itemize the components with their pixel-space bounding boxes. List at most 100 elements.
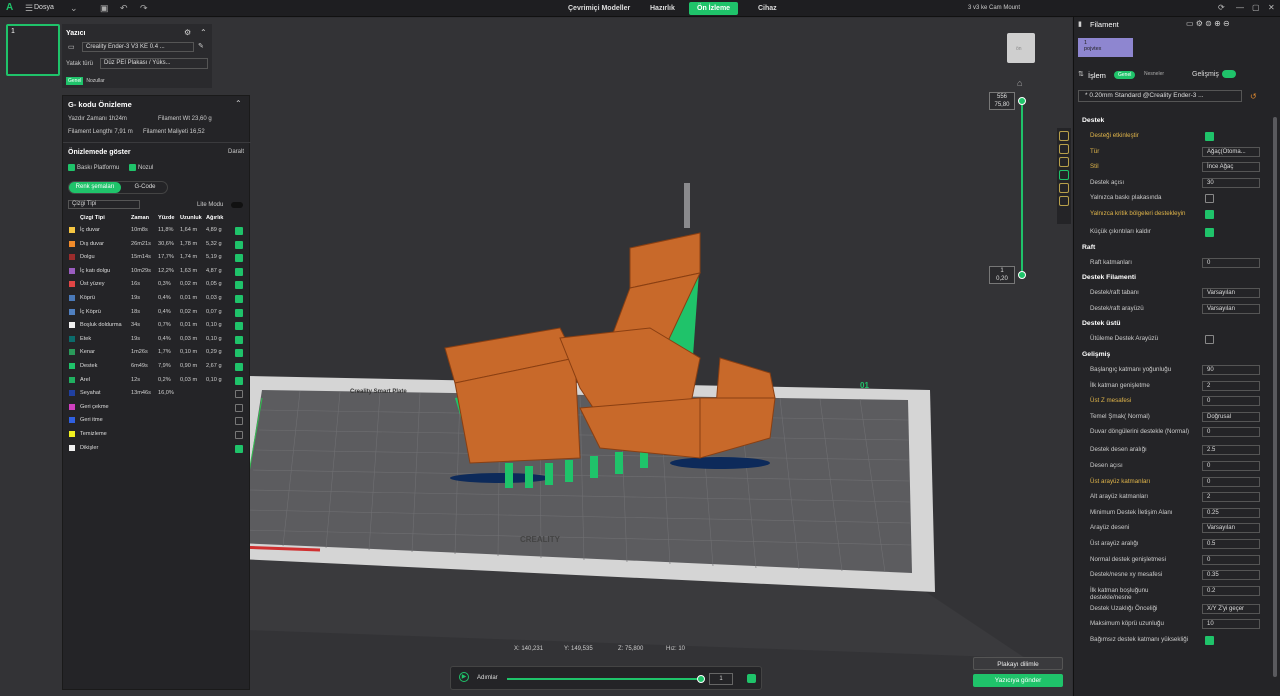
process-profile-select[interactable]: * 0.20mm Standard @Creality Ender-3 ... bbox=[1078, 90, 1242, 102]
quality-icon[interactable] bbox=[1059, 144, 1069, 154]
setting-input[interactable]: 30 bbox=[1202, 177, 1260, 188]
line-type-row[interactable]: Köprü 19s 0,4% 0,01 m 0,03 g bbox=[68, 292, 248, 306]
visibility-checkbox[interactable] bbox=[235, 267, 243, 276]
visibility-checkbox[interactable] bbox=[235, 281, 243, 290]
advanced-toggle[interactable] bbox=[1222, 70, 1236, 78]
setting-select[interactable]: Varsayılan bbox=[1202, 523, 1260, 534]
filament-settings-icons[interactable]: ▭ ⚙ ⊜ ⊕ ⊖ bbox=[1186, 19, 1230, 28]
bottom-layer-handle[interactable] bbox=[1018, 271, 1026, 279]
setting-input[interactable]: 0.2 bbox=[1202, 585, 1260, 596]
visibility-checkbox[interactable] bbox=[235, 376, 243, 385]
visibility-checkbox[interactable] bbox=[235, 417, 243, 426]
visibility-checkbox[interactable] bbox=[235, 390, 243, 399]
view-cube[interactable]: ön bbox=[1007, 33, 1035, 63]
setting-input[interactable]: 90 bbox=[1202, 365, 1260, 375]
setting-checkbox[interactable] bbox=[1205, 132, 1214, 141]
gear-icon[interactable]: ⚙ bbox=[184, 28, 191, 37]
save-icon[interactable]: ▣ bbox=[100, 3, 109, 14]
setting-checkbox[interactable] bbox=[1205, 194, 1214, 204]
chevron-down-icon[interactable]: ⌄ bbox=[70, 3, 78, 14]
speed-icon[interactable] bbox=[1059, 157, 1069, 167]
setting-input[interactable]: 2 bbox=[1202, 380, 1260, 391]
line-type-row[interactable]: Geri çekme bbox=[68, 401, 248, 415]
step-handle[interactable] bbox=[697, 675, 705, 683]
setting-input[interactable]: 0.25 bbox=[1202, 507, 1260, 518]
setting-select[interactable]: Ağaç(Otoma... bbox=[1202, 146, 1260, 157]
send-to-printer-button[interactable]: Yazıcıya gönder bbox=[973, 674, 1063, 687]
setting-input[interactable]: 0 bbox=[1202, 427, 1260, 438]
line-type-row[interactable]: Dış duvar 26m21s 30,6% 1,78 m 5,32 g bbox=[68, 238, 248, 252]
visibility-checkbox[interactable] bbox=[235, 362, 243, 371]
line-type-row[interactable]: Dolgu 15m14s 17,7% 1,74 m 5,19 g bbox=[68, 251, 248, 265]
setting-input[interactable]: 0.35 bbox=[1202, 570, 1260, 581]
others-icon[interactable] bbox=[1059, 183, 1069, 193]
line-type-select[interactable]: Çizgi Tipi bbox=[68, 200, 140, 209]
file-menu[interactable]: Dosya bbox=[34, 4, 54, 11]
visibility-checkbox[interactable] bbox=[235, 308, 243, 317]
reset-icon[interactable]: ↺ bbox=[1250, 92, 1257, 101]
top-layer-handle[interactable] bbox=[1018, 97, 1026, 105]
minimize-icon[interactable]: — bbox=[1236, 3, 1244, 12]
build-plate-checkbox[interactable]: Baskı Platformu bbox=[68, 164, 119, 171]
visibility-checkbox[interactable] bbox=[235, 349, 243, 358]
play-icon[interactable]: ▶ bbox=[459, 672, 469, 682]
tab-process-objects[interactable]: Nesneler bbox=[1144, 71, 1164, 77]
tab-gcode[interactable]: G-Code bbox=[125, 182, 165, 193]
tab-color-schemes[interactable]: Renk şemaları bbox=[69, 182, 121, 193]
layer-color-icon[interactable] bbox=[747, 674, 756, 683]
visibility-checkbox[interactable] bbox=[235, 403, 243, 412]
visibility-checkbox[interactable] bbox=[235, 430, 243, 439]
tab-prepare[interactable]: Hazırlık bbox=[642, 2, 683, 15]
edit-icon[interactable]: ✎ bbox=[198, 42, 204, 50]
visibility-checkbox[interactable] bbox=[235, 294, 243, 303]
line-type-row[interactable]: Etek 19s 0,4% 0,03 m 0,10 g bbox=[68, 333, 248, 347]
home-icon[interactable]: ⌂ bbox=[1017, 78, 1022, 88]
setting-checkbox[interactable] bbox=[1205, 210, 1214, 219]
lite-mode-toggle[interactable] bbox=[231, 202, 243, 208]
setting-input[interactable]: 2.5 bbox=[1202, 445, 1260, 456]
printer-select[interactable]: Creality Ender-3 V3 KE 0.4 ... bbox=[82, 42, 194, 52]
setting-input[interactable]: 0 bbox=[1202, 257, 1260, 268]
slice-plate-button[interactable]: Plakayı dilimle bbox=[973, 657, 1063, 670]
setting-select[interactable]: Doğrusal bbox=[1202, 411, 1260, 422]
setting-checkbox[interactable] bbox=[1205, 636, 1214, 645]
setting-input[interactable]: 2 bbox=[1202, 492, 1260, 503]
visibility-checkbox[interactable] bbox=[235, 227, 243, 235]
setting-checkbox[interactable] bbox=[1205, 228, 1214, 237]
setting-select[interactable]: X/Y Z'yi geçer bbox=[1202, 603, 1260, 614]
visibility-checkbox[interactable] bbox=[235, 240, 243, 249]
multimaterial-icon[interactable] bbox=[1059, 196, 1069, 206]
line-type-row[interactable]: Seyahat 13m46s 16,0% bbox=[68, 387, 248, 401]
settings-icon[interactable]: ⟳ bbox=[1218, 3, 1225, 12]
setting-select[interactable]: Varsayılan bbox=[1202, 303, 1260, 314]
tab-device[interactable]: Cihaz bbox=[750, 2, 785, 15]
setting-select[interactable]: Varsayılan bbox=[1202, 288, 1260, 299]
collapse-link[interactable]: Daralt bbox=[228, 149, 244, 155]
line-type-row[interactable]: Üst yüzey 16s 0,3% 0,02 m 0,05 g bbox=[68, 278, 248, 292]
line-type-row[interactable]: Temizleme bbox=[68, 428, 248, 442]
tab-nozzles[interactable]: Nozullar bbox=[84, 77, 106, 85]
filament-slot[interactable]: 1 pojvtex bbox=[1078, 38, 1133, 57]
line-type-row[interactable]: Arel 12s 0,2% 0,03 m 0,10 g bbox=[68, 374, 248, 388]
support-icon[interactable] bbox=[1059, 170, 1069, 180]
undo-icon[interactable]: ↶ bbox=[120, 3, 128, 14]
collapse-icon[interactable]: ⌃ bbox=[235, 99, 242, 108]
line-type-row[interactable]: Dikişler bbox=[68, 442, 248, 456]
visibility-checkbox[interactable] bbox=[235, 254, 243, 263]
visibility-checkbox[interactable] bbox=[235, 444, 243, 453]
setting-input[interactable]: 0 bbox=[1202, 476, 1260, 487]
line-type-row[interactable]: İç katı dolgu 10m29s 12,2% 1,63 m 4,87 g bbox=[68, 265, 248, 279]
line-type-row[interactable]: Geri itme bbox=[68, 414, 248, 428]
setting-select[interactable]: İnce Ağaç bbox=[1202, 162, 1260, 173]
line-type-row[interactable]: Destek 6m49s 7,9% 0,90 m 2,67 g bbox=[68, 360, 248, 374]
step-slider[interactable] bbox=[507, 678, 699, 680]
setting-input[interactable]: 0 bbox=[1202, 396, 1260, 407]
redo-icon[interactable]: ↷ bbox=[140, 3, 148, 14]
layer-range-slider[interactable] bbox=[1021, 100, 1023, 275]
tab-process-general[interactable]: Genel bbox=[1114, 71, 1136, 79]
close-icon[interactable]: ✕ bbox=[1268, 3, 1275, 12]
plate-thumbnail[interactable]: 1 bbox=[6, 24, 60, 76]
setting-input[interactable]: 0.5 bbox=[1202, 539, 1260, 549]
line-type-row[interactable]: İç Köprü 18s 0,4% 0,02 m 0,07 g bbox=[68, 306, 248, 320]
line-type-row[interactable]: İç duvar 10m8s 11,8% 1,64 m 4,89 g bbox=[68, 224, 248, 238]
